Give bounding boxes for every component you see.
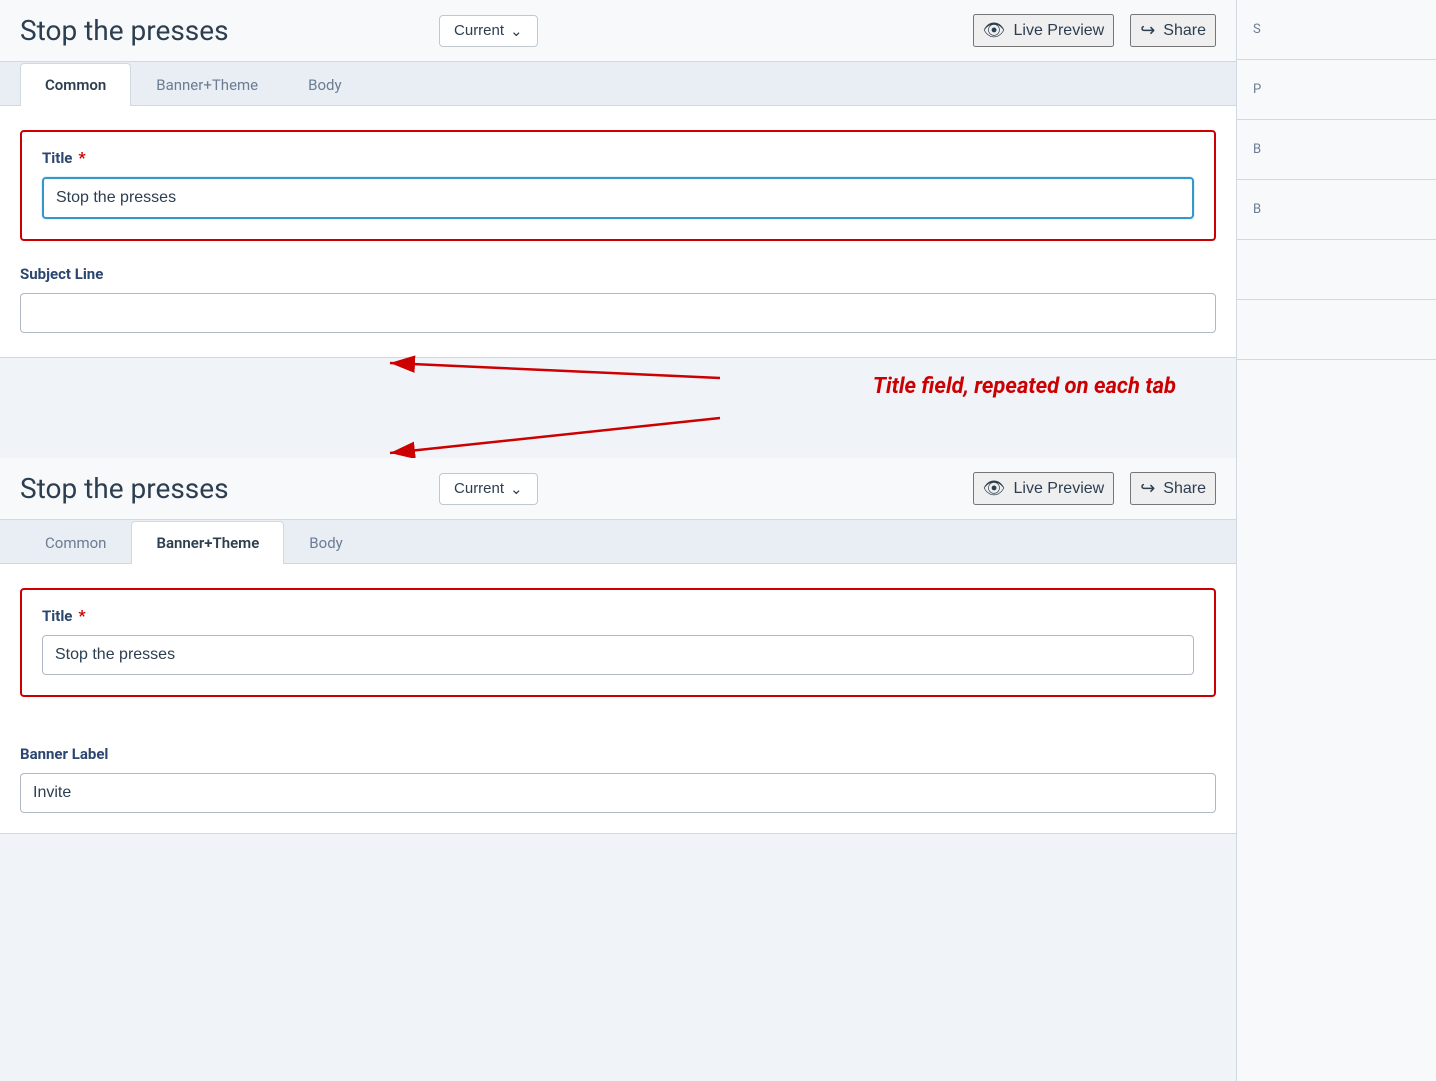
right-panel-item-3: B bbox=[1237, 120, 1436, 180]
share-label-bottom: Share bbox=[1163, 480, 1206, 498]
share-label-top: Share bbox=[1163, 22, 1206, 40]
page-title-bottom: Stop the presses bbox=[20, 472, 423, 505]
share-button-top[interactable]: ↪ Share bbox=[1130, 14, 1216, 47]
title-field-section-bottom: Title * bbox=[20, 588, 1216, 697]
eye-icon-bottom: 👁 bbox=[983, 478, 1006, 499]
banner-label-label: Banner Label bbox=[20, 745, 1216, 763]
current-dropdown-bottom[interactable]: Current ⌄ bbox=[439, 473, 538, 505]
title-input-top[interactable] bbox=[42, 177, 1194, 219]
right-panel-item-2: P bbox=[1237, 60, 1436, 120]
page-title-top: Stop the presses bbox=[20, 14, 423, 47]
tab-common-bottom[interactable]: Common bbox=[20, 521, 131, 564]
right-panel-item-6 bbox=[1237, 300, 1436, 360]
chevron-down-icon-bottom: ⌄ bbox=[510, 480, 523, 498]
right-panel-item-5 bbox=[1237, 240, 1436, 300]
title-label-bottom: Title * bbox=[42, 606, 1194, 625]
title-input-bottom[interactable] bbox=[42, 635, 1194, 675]
live-preview-label-bottom: Live Preview bbox=[1014, 480, 1105, 498]
subject-label: Subject Line bbox=[20, 265, 1216, 283]
title-label-top: Title * bbox=[42, 148, 1194, 167]
share-icon-top: ↪ bbox=[1140, 20, 1155, 41]
bottom-panel-content: Title * bbox=[0, 564, 1236, 745]
top-panel-content: Title * Subject Line bbox=[0, 106, 1236, 357]
live-preview-button-top[interactable]: 👁 Live Preview bbox=[973, 14, 1115, 47]
title-field-section-top: Title * bbox=[20, 130, 1216, 241]
share-button-bottom[interactable]: ↪ Share bbox=[1130, 472, 1216, 505]
live-preview-label-top: Live Preview bbox=[1014, 22, 1105, 40]
top-header: Stop the presses Current ⌄ 👁 Live Previe… bbox=[0, 0, 1236, 62]
subject-line-section: Subject Line bbox=[20, 265, 1216, 333]
annotation-text: Title field, repeated on each tab bbox=[873, 373, 1176, 402]
title-required-bottom: * bbox=[78, 606, 85, 625]
live-preview-button-bottom[interactable]: 👁 Live Preview bbox=[973, 472, 1115, 505]
tabs-bar-top: Common Banner+Theme Body bbox=[0, 62, 1236, 106]
title-required-top: * bbox=[78, 148, 85, 167]
current-dropdown-label-bottom: Current bbox=[454, 480, 504, 497]
right-side-panel: S P B B bbox=[1236, 0, 1436, 1081]
tab-common-top[interactable]: Common bbox=[20, 63, 131, 106]
tab-body-bottom[interactable]: Body bbox=[284, 521, 367, 564]
right-panel-item-4: B bbox=[1237, 180, 1436, 240]
current-dropdown-label-top: Current bbox=[454, 22, 504, 39]
subject-input[interactable] bbox=[20, 293, 1216, 333]
banner-label-input[interactable] bbox=[20, 773, 1216, 813]
banner-label-section: Banner Label bbox=[0, 745, 1236, 833]
current-dropdown-top[interactable]: Current ⌄ bbox=[439, 15, 538, 47]
tabs-bar-bottom: Common Banner+Theme Body bbox=[0, 520, 1236, 564]
chevron-down-icon-top: ⌄ bbox=[510, 22, 523, 40]
share-icon-bottom: ↪ bbox=[1140, 478, 1155, 499]
right-panel-item-1: S bbox=[1237, 0, 1436, 60]
bottom-header: Stop the presses Current ⌄ 👁 Live Previe… bbox=[0, 458, 1236, 520]
eye-icon-top: 👁 bbox=[983, 20, 1006, 41]
tab-body-top[interactable]: Body bbox=[283, 63, 366, 106]
tab-banner-theme-top[interactable]: Banner+Theme bbox=[131, 63, 283, 106]
tab-banner-theme-bottom[interactable]: Banner+Theme bbox=[131, 521, 284, 564]
